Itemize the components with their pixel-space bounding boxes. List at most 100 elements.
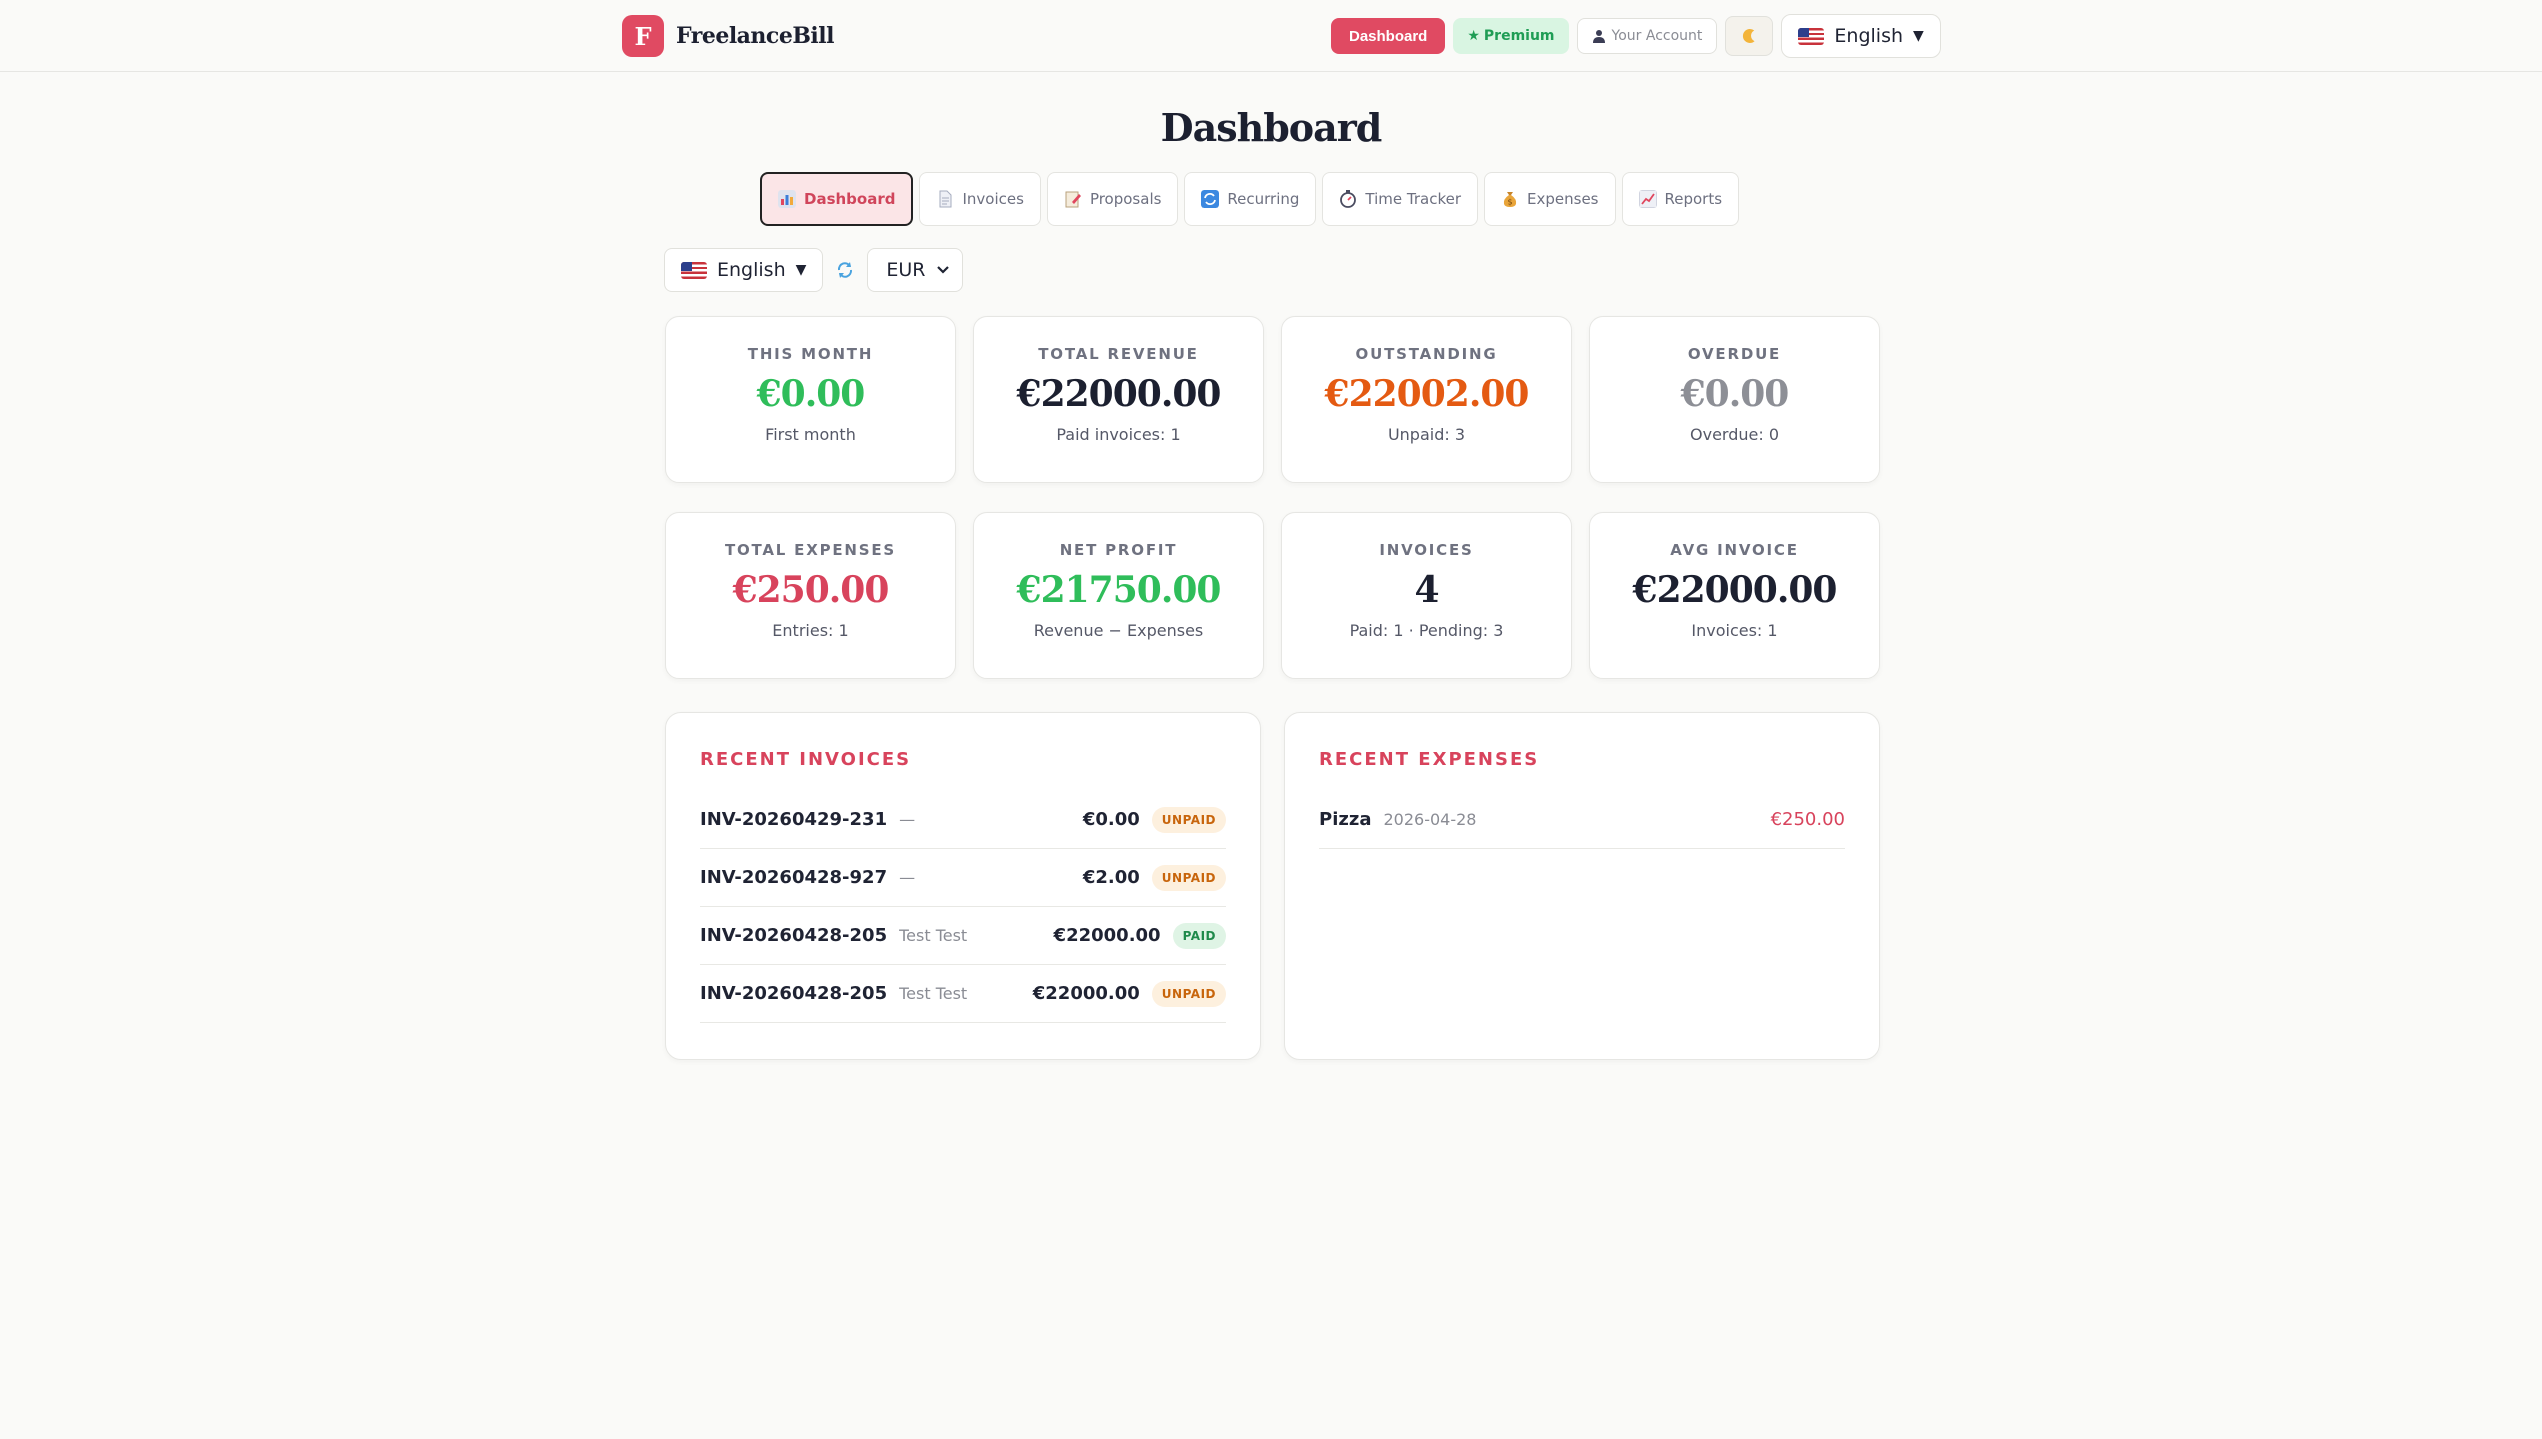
page-title: Dashboard bbox=[1160, 105, 1383, 150]
tab-label: Expenses bbox=[1527, 190, 1599, 208]
header-language-select[interactable]: English ▼ bbox=[1781, 14, 1941, 58]
expense-row[interactable]: Pizza 2026-04-28 €250.00 bbox=[1319, 791, 1845, 849]
dark-mode-toggle[interactable] bbox=[1725, 16, 1774, 56]
document-icon bbox=[939, 190, 952, 208]
language-label: English bbox=[717, 259, 786, 281]
stat-label: NET PROFIT bbox=[1059, 541, 1178, 559]
tab-recurring[interactable]: Recurring bbox=[1184, 172, 1317, 226]
header-language-label: English bbox=[1834, 25, 1904, 47]
brand-name: FreelanceBill bbox=[676, 23, 834, 49]
stat-label: OVERDUE bbox=[1687, 345, 1782, 363]
status-badge: UNPAID bbox=[1151, 806, 1226, 833]
stat-label: AVG INVOICE bbox=[1670, 541, 1799, 559]
currency-label: EUR bbox=[886, 259, 926, 281]
invoice-number: INV-20260429-231 bbox=[700, 809, 888, 830]
invoice-client: — bbox=[899, 868, 916, 887]
stat-value: 4 bbox=[1414, 569, 1439, 611]
tab-time-tracker[interactable]: Time Tracker bbox=[1322, 172, 1479, 226]
tab-label: Time Tracker bbox=[1365, 190, 1462, 208]
stat-value: €22000.00 bbox=[1016, 373, 1222, 415]
top-header: F FreelanceBill Dashboard ★ Premium Your… bbox=[0, 0, 2542, 72]
recent-expenses-panel: RECENT EXPENSES Pizza 2026-04-28 €250.00 bbox=[1284, 712, 1880, 1060]
brand[interactable]: F FreelanceBill bbox=[622, 15, 834, 57]
stat-card-this-month: THIS MONTH €0.00 First month bbox=[665, 316, 956, 483]
stat-value: €22002.00 bbox=[1324, 373, 1530, 415]
invoice-amount: €0.00 bbox=[1082, 809, 1140, 830]
expense-name: Pizza bbox=[1319, 809, 1372, 830]
header-actions: Dashboard ★ Premium Your Account English… bbox=[1331, 14, 1941, 58]
invoice-client: Test Test bbox=[899, 926, 968, 945]
stat-card-invoices: INVOICES 4 Paid: 1 · Pending: 3 bbox=[1281, 512, 1572, 679]
language-select[interactable]: English ▼ bbox=[664, 248, 824, 292]
tab-invoices[interactable]: Invoices bbox=[919, 172, 1041, 226]
stat-subtext: Invoices: 1 bbox=[1691, 621, 1778, 640]
us-flag-icon bbox=[1798, 27, 1825, 45]
stat-subtext: Revenue − Expenses bbox=[1033, 621, 1204, 640]
star-icon: ★ bbox=[1467, 28, 1480, 44]
bar-chart-icon bbox=[778, 190, 796, 208]
caret-down-icon: ▼ bbox=[1913, 28, 1924, 44]
premium-button[interactable]: ★ Premium bbox=[1453, 18, 1569, 54]
repeat-icon bbox=[1201, 190, 1220, 208]
stat-value: €22000.00 bbox=[1632, 569, 1838, 611]
status-badge: UNPAID bbox=[1151, 980, 1226, 1007]
refresh-rates-icon[interactable] bbox=[835, 260, 855, 280]
invoice-client: Test Test bbox=[899, 984, 968, 1003]
invoice-client: — bbox=[899, 810, 916, 829]
invoice-number: INV-20260428-205 bbox=[700, 925, 888, 946]
stat-card-outstanding: OUTSTANDING €22002.00 Unpaid: 3 bbox=[1281, 316, 1572, 483]
stat-label: THIS MONTH bbox=[747, 345, 874, 363]
stat-card-total-revenue: TOTAL REVENUE €22000.00 Paid invoices: 1 bbox=[973, 316, 1264, 483]
tab-proposals[interactable]: Proposals bbox=[1046, 172, 1179, 226]
invoice-number: INV-20260428-205 bbox=[700, 983, 888, 1004]
chevron-down-icon bbox=[936, 266, 949, 274]
stat-subtext: Paid invoices: 1 bbox=[1056, 425, 1181, 444]
invoice-row[interactable]: INV-20260428-205 Test Test €22000.00 PAI… bbox=[700, 907, 1226, 965]
header-dashboard-button[interactable]: Dashboard bbox=[1331, 18, 1446, 54]
stopwatch-icon bbox=[1340, 190, 1357, 208]
invoice-row[interactable]: INV-20260428-927 — €2.00 UNPAID bbox=[700, 849, 1226, 907]
memo-icon bbox=[1065, 191, 1081, 208]
invoice-amount: €2.00 bbox=[1082, 867, 1140, 888]
invoice-number: INV-20260428-927 bbox=[700, 867, 888, 888]
stat-label: OUTSTANDING bbox=[1355, 345, 1498, 363]
stat-subtext: Unpaid: 3 bbox=[1387, 425, 1466, 444]
recent-invoices-list: INV-20260429-231 — €0.00 UNPAID INV-2026… bbox=[700, 791, 1226, 1023]
stat-value: €21750.00 bbox=[1016, 569, 1222, 611]
invoice-amount: €22000.00 bbox=[1053, 925, 1161, 946]
stat-value: €0.00 bbox=[1680, 373, 1790, 415]
nav-tabs: Dashboard Invoices Proposals Recurring T… bbox=[760, 172, 1740, 226]
recent-expenses-title: RECENT EXPENSES bbox=[1319, 749, 1540, 770]
stat-card-total-expenses: TOTAL EXPENSES €250.00 Entries: 1 bbox=[665, 512, 956, 679]
tab-label: Reports bbox=[1664, 190, 1723, 208]
stat-card-avg-invoice: AVG INVOICE €22000.00 Invoices: 1 bbox=[1589, 512, 1880, 679]
invoice-row[interactable]: INV-20260428-205 Test Test €22000.00 UNP… bbox=[700, 965, 1226, 1023]
user-icon bbox=[1592, 30, 1605, 43]
stat-card-overdue: OVERDUE €0.00 Overdue: 0 bbox=[1589, 316, 1880, 483]
tab-label: Dashboard bbox=[804, 190, 896, 208]
brand-logo: F bbox=[622, 15, 664, 57]
tab-expenses[interactable]: $ Expenses bbox=[1484, 172, 1616, 226]
stat-label: TOTAL EXPENSES bbox=[724, 541, 897, 559]
recent-expenses-list: Pizza 2026-04-28 €250.00 bbox=[1319, 791, 1845, 849]
stat-subtext: First month bbox=[765, 425, 856, 444]
premium-label: Premium bbox=[1483, 28, 1555, 44]
status-badge: PAID bbox=[1172, 922, 1226, 949]
stat-value: €0.00 bbox=[756, 373, 866, 415]
expense-amount: €250.00 bbox=[1770, 809, 1845, 830]
account-button[interactable]: Your Account bbox=[1576, 18, 1718, 54]
filter-controls: English ▼ EUR bbox=[664, 248, 963, 292]
stat-subtext: Paid: 1 · Pending: 3 bbox=[1349, 621, 1504, 640]
recent-invoices-panel: RECENT INVOICES INV-20260429-231 — €0.00… bbox=[665, 712, 1261, 1060]
us-flag-icon bbox=[681, 261, 707, 279]
status-badge: UNPAID bbox=[1151, 864, 1226, 891]
stat-subtext: Entries: 1 bbox=[772, 621, 849, 640]
stat-subtext: Overdue: 0 bbox=[1690, 425, 1779, 444]
tab-label: Proposals bbox=[1089, 190, 1162, 208]
moon-icon bbox=[1743, 28, 1755, 43]
stat-value: €250.00 bbox=[732, 569, 890, 611]
currency-select[interactable]: EUR bbox=[867, 248, 963, 292]
tab-dashboard[interactable]: Dashboard bbox=[760, 172, 914, 226]
tab-reports[interactable]: Reports bbox=[1621, 172, 1740, 226]
invoice-row[interactable]: INV-20260429-231 — €0.00 UNPAID bbox=[700, 791, 1226, 849]
